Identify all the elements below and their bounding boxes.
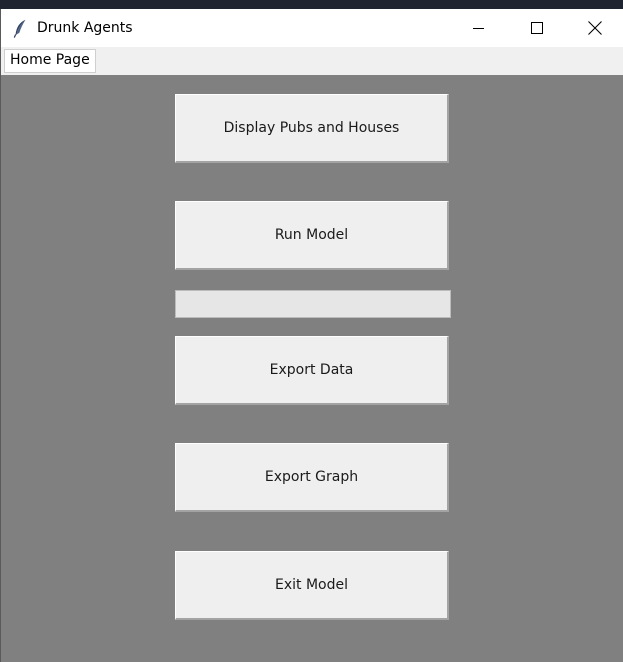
maximize-button[interactable] (508, 9, 566, 47)
run-model-button[interactable]: Run Model (175, 201, 449, 270)
close-icon (588, 21, 602, 35)
maximize-icon (531, 22, 543, 34)
app-window: Drunk Agents Home Page Display Pubs and … (0, 9, 623, 662)
export-data-button[interactable]: Export Data (175, 336, 449, 405)
minimize-button[interactable] (450, 9, 508, 47)
window-title: Drunk Agents (37, 20, 133, 36)
display-pubs-and-houses-button[interactable]: Display Pubs and Houses (175, 94, 449, 163)
main-panel: Display Pubs and Houses Run Model Export… (1, 75, 623, 662)
exit-model-button[interactable]: Exit Model (175, 551, 449, 620)
progress-bar (175, 290, 451, 318)
menu-item-home-page[interactable]: Home Page (4, 49, 96, 73)
export-graph-button[interactable]: Export Graph (175, 443, 449, 512)
minimize-icon (473, 28, 484, 29)
title-bar[interactable]: Drunk Agents (1, 9, 623, 47)
close-button[interactable] (566, 9, 623, 47)
menu-bar: Home Page (1, 47, 623, 75)
feather-icon (13, 19, 27, 38)
